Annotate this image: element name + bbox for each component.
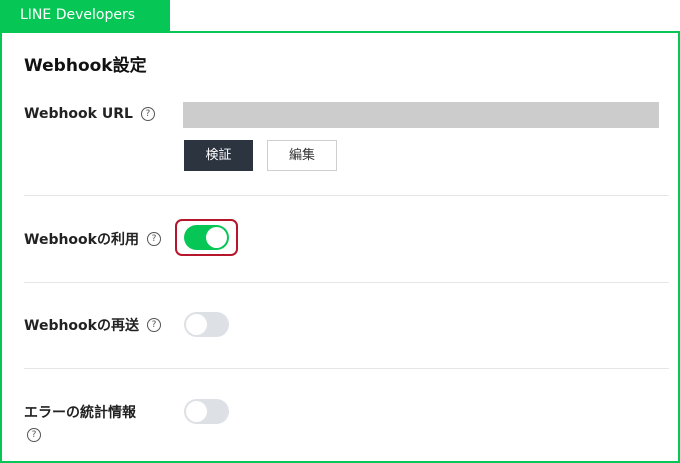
use-webhook-label-row: Webhookの利用 ? xyxy=(24,229,161,249)
verify-button[interactable]: 検証 xyxy=(184,140,253,171)
use-webhook-label: Webhookの利用 xyxy=(24,232,139,248)
error-stats-label: エラーの統計情報 xyxy=(24,405,136,421)
help-icon[interactable]: ? xyxy=(27,428,41,442)
use-webhook-toggle[interactable] xyxy=(184,225,229,250)
help-icon[interactable]: ? xyxy=(146,318,161,332)
help-icon[interactable]: ? xyxy=(146,232,161,246)
redelivery-label-row: Webhookの再送 ? xyxy=(24,315,161,335)
webhook-url-field[interactable] xyxy=(183,102,659,128)
line-developers-tab: LINE Developers xyxy=(0,0,170,31)
webhook-url-label: Webhook URL xyxy=(24,106,133,122)
toggle-knob xyxy=(206,227,227,248)
divider xyxy=(24,368,669,369)
help-icon[interactable]: ? xyxy=(140,107,155,121)
toggle-knob xyxy=(186,314,207,335)
divider xyxy=(24,282,669,283)
error-stats-toggle[interactable] xyxy=(184,399,229,424)
divider xyxy=(24,195,669,196)
toggle-knob xyxy=(186,401,207,422)
edit-button[interactable]: 編集 xyxy=(267,140,337,171)
redelivery-label: Webhookの再送 xyxy=(24,318,139,334)
webhook-url-label-row: Webhook URL ? xyxy=(24,106,155,122)
redelivery-toggle[interactable] xyxy=(184,312,229,337)
error-stats-label-row: エラーの統計情報 xyxy=(24,402,136,422)
section-title: Webhook設定 xyxy=(24,56,147,76)
